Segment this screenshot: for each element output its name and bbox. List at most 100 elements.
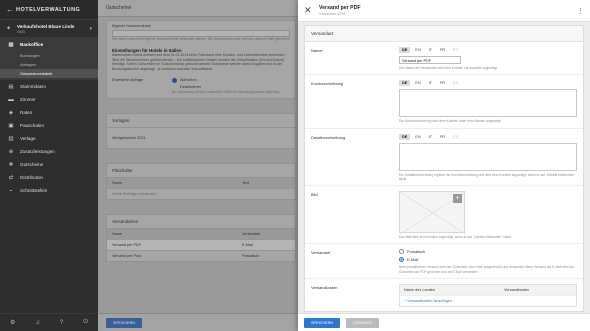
hotel-selector[interactable]: ✦ Verkaufshotel Blaue Linde 5505 ▾: [0, 20, 98, 38]
sidebar-item-gutscheine[interactable]: ❖ Gutscheine: [0, 158, 98, 171]
tab-fr[interactable]: FR: [437, 47, 448, 53]
tab-fr[interactable]: FR: [437, 134, 448, 140]
cell-name: Versand per Post: [112, 253, 142, 258]
column-header: Versandart: [242, 231, 261, 236]
radio-email[interactable]: E-Mail: [399, 257, 577, 263]
add-image-icon[interactable]: +: [453, 194, 462, 204]
sidebar-item-backoffice[interactable]: ▦ Backoffice: [0, 38, 98, 51]
sidebar-item-schnittstellen[interactable]: ⌁ Schnittstellen: [0, 184, 98, 197]
shipping-type-label: Versandart: [311, 250, 331, 256]
tab-de[interactable]: DE: [399, 47, 411, 53]
radio-activate-label: Aktivieren: [180, 78, 197, 83]
page-title: Gutscheine: [98, 0, 304, 17]
image-row: Bild + Das Bild wird dem Kunden angezeig…: [305, 186, 583, 245]
shipping-type-row: Versandart Postalisch E-Mail Beim postal…: [305, 244, 583, 279]
tab-en[interactable]: EN: [412, 134, 423, 140]
short-description-hint: Die Kurzbeschreibung wird dem Kunden unt…: [399, 119, 502, 124]
grid-icon: ▦: [8, 41, 14, 48]
sidebar-item-distribution[interactable]: ⇄ Distribution: [0, 171, 98, 184]
tab-es[interactable]: ES: [450, 47, 461, 53]
image-placeholder[interactable]: +: [399, 191, 466, 235]
tab-en[interactable]: EN: [412, 80, 423, 86]
sidebar-footer: ⚙ ♫ ? ⏻: [0, 313, 98, 331]
sidebar-item-label: Gutscheine: [20, 162, 44, 167]
sidebar: ← HOTELVERWALTUNG ✦ Verkaufshotel Blaue …: [0, 0, 98, 331]
settings-icon[interactable]: ⚙: [10, 319, 15, 326]
cell-type: E-Mail: [242, 242, 253, 247]
image-hint: Das Bild wird dem Kunden angezeigt, wenn…: [399, 235, 512, 240]
sidebar-item-label: Distribution: [20, 175, 43, 180]
column-header: Text: [242, 180, 249, 185]
radio-deactivate-label: Deaktivieren: [180, 85, 202, 90]
sidebar-item-label: Schnittstellen: [20, 188, 48, 193]
short-description-textarea[interactable]: [399, 89, 577, 118]
number-range-input[interactable]: [112, 30, 290, 37]
tab-de[interactable]: DE: [399, 80, 411, 87]
table-row[interactable]: Wertgutschein 2021: [107, 128, 295, 148]
empty-row: Keine Einträge vorhanden: [107, 187, 295, 199]
detail-description-hint: Die Detailbeschreibung ergänzt die Kurzb…: [399, 172, 576, 181]
radio-email-label: E-Mail: [407, 257, 419, 263]
templates-title: Vorlagen: [107, 114, 295, 128]
sidebar-item-raten[interactable]: ◈ Raten: [0, 106, 98, 119]
language-tabs: DE EN IT FR ES: [399, 80, 577, 87]
tab-es[interactable]: ES: [450, 134, 461, 140]
detail-description-label: Detailbeschreibung: [311, 134, 346, 140]
share-icon: ⇄: [8, 174, 14, 181]
name-row: Name* DE EN IT FR ES Versand per PDF Der…: [305, 42, 583, 76]
tab-en[interactable]: EN: [412, 47, 423, 53]
delete-button[interactable]: LÖSCHEN: [346, 317, 379, 328]
tab-it[interactable]: IT: [426, 134, 435, 140]
drawer-title: Versand per PDF: [319, 5, 361, 11]
sidebar-item-verlage[interactable]: ▥ Verlage: [0, 132, 98, 145]
add-shipping-cost-link[interactable]: + Versandkosten hinzufügen: [400, 294, 576, 306]
sidebar-header: ← HOTELVERWALTUNG: [0, 0, 98, 20]
tab-de[interactable]: DE: [399, 133, 411, 140]
placeholders-title: Platzhalter: [107, 164, 295, 178]
tab-fr[interactable]: FR: [437, 80, 448, 86]
table-row[interactable]: Versand per PDF E-Mail: [107, 238, 295, 250]
more-vertical-icon[interactable]: ⋮: [577, 7, 584, 15]
sidebar-item-zimmer[interactable]: ▬ Zimmer: [0, 93, 98, 106]
sidebar-subitem-buchungen[interactable]: Buchungen: [0, 51, 98, 60]
help-icon[interactable]: ?: [60, 320, 63, 326]
language-tabs: DE EN IT FR ES: [399, 47, 577, 53]
column-header: Versandkosten: [504, 287, 530, 292]
tab-it[interactable]: IT: [426, 80, 435, 86]
templates-card: Vorlagen Wertgutschein 2021: [106, 112, 296, 149]
sidebar-item-stammdaten[interactable]: ▤ Stammdaten: [0, 80, 98, 93]
tab-es[interactable]: ES: [450, 80, 461, 86]
detail-description-row: Detailbeschreibung DE EN IT FR ES Die De…: [305, 129, 583, 187]
radio-selected-icon: [399, 257, 404, 263]
name-label: Name*: [311, 48, 324, 53]
detail-description-textarea[interactable]: [399, 142, 577, 171]
power-icon[interactable]: ⏻: [83, 319, 88, 326]
shipping-costs-label: Versandkosten: [311, 284, 338, 290]
back-arrow-icon[interactable]: ←: [6, 5, 16, 14]
main-save-button[interactable]: SPEICHERN: [106, 317, 143, 328]
bell-icon[interactable]: ♫: [35, 320, 40, 326]
table-header: Name Versandart: [107, 228, 295, 239]
package-icon: ▣: [8, 122, 14, 129]
image-label: Bild: [311, 192, 318, 198]
sidebar-item-pauschalen[interactable]: ▣ Pauschalen: [0, 119, 98, 132]
sidebar-subitem-anfragen[interactable]: Anfragen: [0, 60, 98, 69]
cell-type: Postalisch: [242, 253, 260, 258]
hotel-id: 5505: [17, 29, 25, 34]
close-icon[interactable]: ✕: [304, 5, 316, 16]
plus-circle-icon: ⊕: [8, 148, 14, 155]
sidebar-item-zusatzleistungen[interactable]: ⊕ Zusatzleistungen: [0, 145, 98, 158]
table-row[interactable]: Versand per Post Postalisch: [107, 249, 295, 261]
sidebar-subitem-gutscheinverkaeufe[interactable]: Gutscheinverkäufe: [0, 69, 98, 78]
radio-hint: Bei Aktivierung werden zusätzliche Felde…: [172, 89, 281, 94]
sidebar-title: HOTELVERWALTUNG: [16, 6, 81, 13]
radio-postal-label: Postalisch: [407, 249, 426, 255]
tab-it[interactable]: IT: [426, 47, 435, 53]
name-input[interactable]: Versand per PDF: [399, 56, 461, 64]
radio-postal[interactable]: Postalisch: [399, 249, 577, 255]
plug-icon: ⌁: [9, 187, 13, 194]
sidebar-item-label: Zimmer: [20, 97, 36, 102]
cell-name: Versand per PDF: [112, 242, 142, 247]
radio-activate[interactable]: Aktivieren: [172, 77, 290, 83]
save-button[interactable]: SPEICHERN: [304, 317, 341, 328]
